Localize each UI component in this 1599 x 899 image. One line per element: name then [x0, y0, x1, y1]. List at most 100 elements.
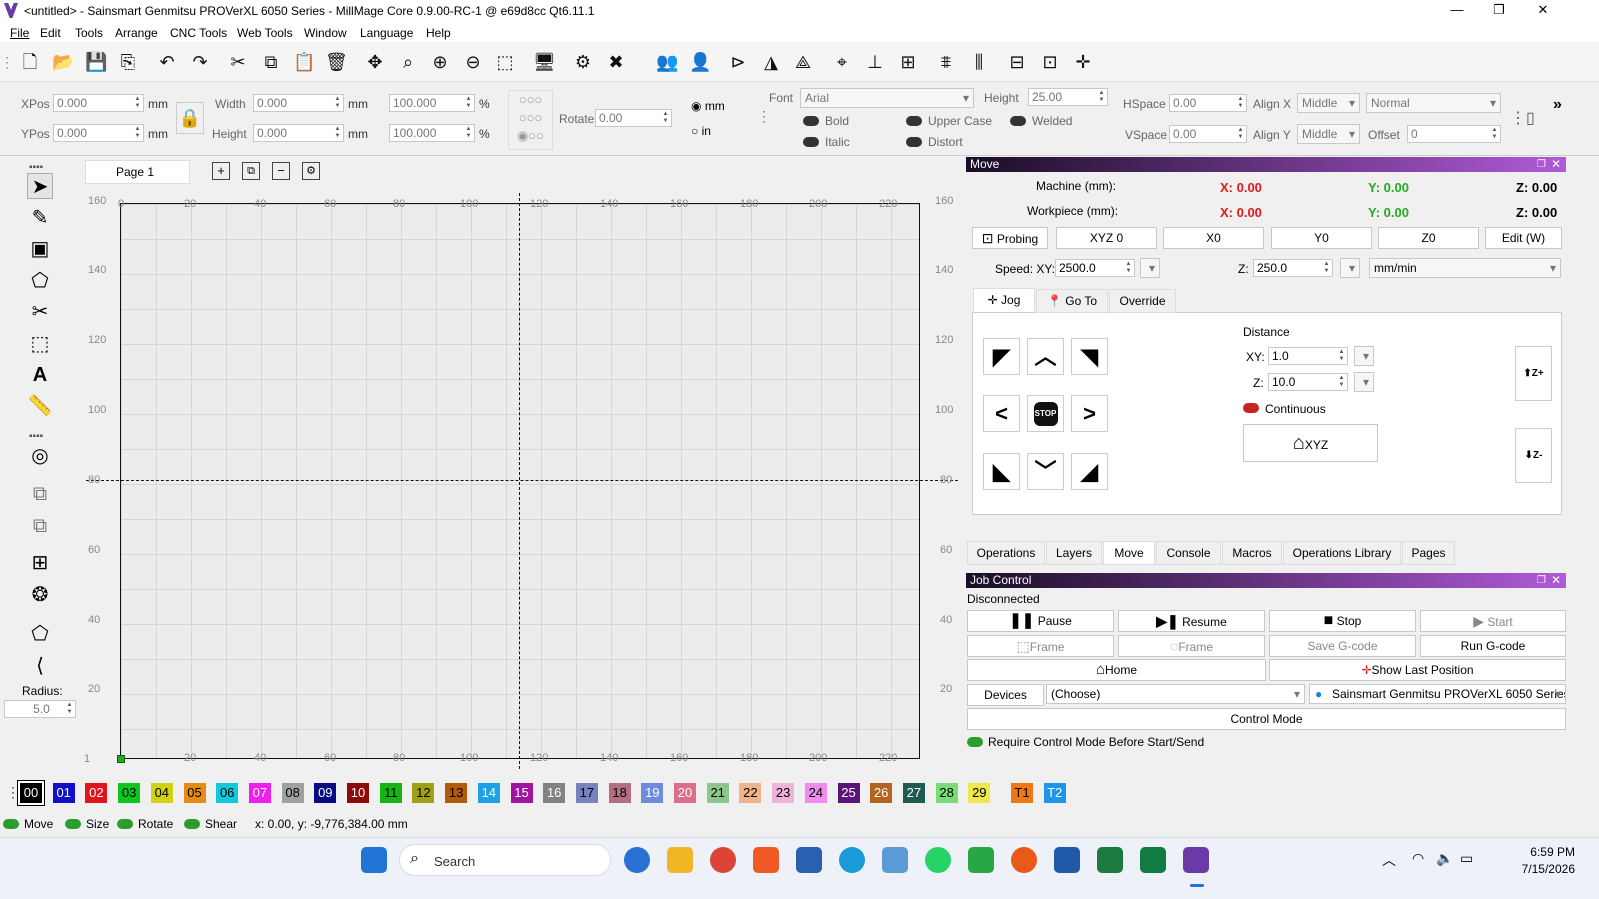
jog-left-button[interactable]: <: [983, 395, 1020, 432]
rotate-input[interactable]: 0.00 ▲ ▼: [595, 109, 672, 127]
layer-swatch[interactable]: 05: [183, 783, 206, 803]
rectangle-tool-icon[interactable]: ▣: [27, 236, 53, 262]
move-toggle[interactable]: [3, 819, 19, 829]
menu-cnc-tools[interactable]: CNC Tools: [170, 26, 227, 40]
chrome-icon[interactable]: [710, 847, 736, 873]
layer-swatch[interactable]: 26: [870, 783, 893, 803]
distribute-v-icon[interactable]: ⫼: [968, 51, 990, 73]
menu-web-tools[interactable]: Web Tools: [237, 26, 293, 40]
tab-operations[interactable]: Operations: [967, 541, 1045, 565]
jog-up-button[interactable]: ︿: [1027, 338, 1064, 375]
layer-swatch[interactable]: 28: [935, 783, 958, 803]
italic-toggle[interactable]: [803, 137, 819, 147]
layer-swatch[interactable]: 08: [281, 783, 304, 803]
menu-help[interactable]: Help: [426, 26, 451, 40]
menu-window[interactable]: Window: [304, 26, 347, 40]
ungroup-icon[interactable]: 👤: [689, 51, 711, 73]
welded-toggle[interactable]: [1010, 116, 1026, 126]
size-toggle[interactable]: [65, 819, 81, 829]
overflow-icon[interactable]: »: [1553, 96, 1562, 114]
target-icon[interactable]: ⌖: [831, 51, 853, 73]
layer-swatch[interactable]: 06: [216, 783, 239, 803]
text-tool-icon[interactable]: A: [27, 362, 53, 388]
layer-swatch[interactable]: 17: [575, 783, 598, 803]
device-choose-select[interactable]: (Choose): [1046, 684, 1305, 704]
move-icon[interactable]: ✥: [364, 51, 386, 73]
node-edit-icon[interactable]: ⬠: [27, 621, 53, 647]
jog-z-minus-button[interactable]: ⬇Z-: [1515, 428, 1552, 483]
clock-date[interactable]: 7/15/2026: [1495, 862, 1575, 876]
delete-icon[interactable]: 🗑: [325, 51, 348, 73]
width-percent-input[interactable]: 100.000 ▲ ▼: [389, 94, 475, 112]
layer-swatch[interactable]: 12: [412, 783, 435, 803]
tab-move[interactable]: Move: [1103, 541, 1155, 565]
font-select[interactable]: Arial: [800, 88, 974, 108]
layer-swatch[interactable]: 27: [902, 783, 925, 803]
home-button[interactable]: ⌂Home: [967, 659, 1266, 681]
pen-tool-icon[interactable]: ✎: [27, 205, 53, 231]
xyz0-button[interactable]: XYZ 0: [1056, 227, 1157, 249]
remove-page-icon[interactable]: −: [272, 162, 290, 180]
height-percent-input[interactable]: 100.000 ▲ ▼: [389, 124, 475, 142]
rotate-toggle[interactable]: [117, 819, 133, 829]
volume-icon[interactable]: 🔈: [1436, 850, 1453, 867]
layer-swatch[interactable]: 07: [248, 783, 271, 803]
frame-rect-button[interactable]: ⬚Frame: [967, 635, 1114, 657]
flip-icon[interactable]: ◮: [760, 51, 782, 73]
layer-swatch[interactable]: 19: [641, 783, 664, 803]
anchor-grid-icon[interactable]: ○○○ ○○○ ◉○○: [508, 90, 553, 150]
tab-jog[interactable]: ✛ Jog: [973, 288, 1035, 312]
save-icon[interactable]: 💾: [85, 51, 107, 73]
crosshair-icon[interactable]: ✛: [1072, 51, 1094, 73]
home-xyz-button[interactable]: ⌂XYZ: [1243, 424, 1378, 462]
layer-swatch[interactable]: 29: [968, 783, 991, 803]
space-h-icon[interactable]: ⊡: [1039, 51, 1061, 73]
tab-layers[interactable]: Layers: [1046, 541, 1102, 565]
app-icon-3[interactable]: [1011, 847, 1037, 873]
unit-mm-radio[interactable]: ◉ mm: [691, 99, 725, 113]
layer-swatch[interactable]: 22: [739, 783, 762, 803]
notepad-icon[interactable]: [1054, 847, 1080, 873]
control-mode-button[interactable]: Control Mode: [967, 708, 1566, 730]
distance-xy-preset[interactable]: [1354, 346, 1374, 366]
export-icon[interactable]: ⎘: [117, 51, 139, 73]
stop-button[interactable]: ■ Stop: [1269, 610, 1416, 632]
path-icon[interactable]: ⟁: [792, 51, 814, 73]
align-x-select[interactable]: Middle: [1297, 93, 1360, 113]
store-icon[interactable]: [796, 847, 822, 873]
page-settings-icon[interactable]: ⚙: [302, 162, 320, 180]
zoom-out-icon[interactable]: ⊖: [462, 51, 484, 73]
bold-toggle[interactable]: [803, 116, 819, 126]
copy-icon[interactable]: ⧉: [260, 51, 282, 73]
layer-swatch[interactable]: 00: [18, 781, 44, 805]
tab-macros[interactable]: Macros: [1222, 541, 1282, 565]
align-middle-icon[interactable]: ⊞: [897, 51, 919, 73]
layer-swatch[interactable]: 04: [150, 783, 173, 803]
add-page-icon[interactable]: +: [212, 162, 230, 180]
grid-array-icon[interactable]: ⊞: [27, 550, 53, 576]
mirror-icon[interactable]: ⊳: [727, 51, 749, 73]
tab-pages[interactable]: Pages: [1402, 541, 1455, 565]
text-path-icon[interactable]: ⋮▯: [1510, 108, 1535, 128]
zoom-in-icon[interactable]: ⊕: [429, 51, 451, 73]
tab-override[interactable]: Override: [1109, 289, 1176, 313]
speed-z-preset[interactable]: [1340, 258, 1360, 278]
cut-icon[interactable]: ✂: [227, 51, 249, 73]
circular-array-icon[interactable]: ❂: [27, 582, 53, 608]
chevron-up-icon[interactable]: ︿: [1382, 850, 1396, 870]
monitor-icon[interactable]: 🖥: [533, 51, 556, 73]
speed-xy-input[interactable]: 2500.0 ▲ ▼: [1055, 259, 1135, 277]
jog-down-right-button[interactable]: ◢: [1071, 453, 1108, 490]
space-v-icon[interactable]: ⊟: [1006, 51, 1028, 73]
devices-button[interactable]: Devices: [967, 684, 1044, 706]
ypos-input[interactable]: 0.000 ▲ ▼: [53, 124, 144, 142]
width-input[interactable]: 0.000 ▲ ▼: [253, 94, 344, 112]
layer-swatch[interactable]: 25: [837, 783, 860, 803]
edge-icon[interactable]: [839, 847, 865, 873]
millmage-icon[interactable]: [1183, 847, 1209, 873]
tools-icon[interactable]: ✖: [605, 51, 627, 73]
wifi-icon[interactable]: ◠: [1412, 850, 1424, 867]
shear-toggle[interactable]: [184, 819, 200, 829]
distribute-h-icon[interactable]: ⩨: [935, 51, 957, 73]
speed-units-select[interactable]: mm/min: [1369, 258, 1561, 278]
